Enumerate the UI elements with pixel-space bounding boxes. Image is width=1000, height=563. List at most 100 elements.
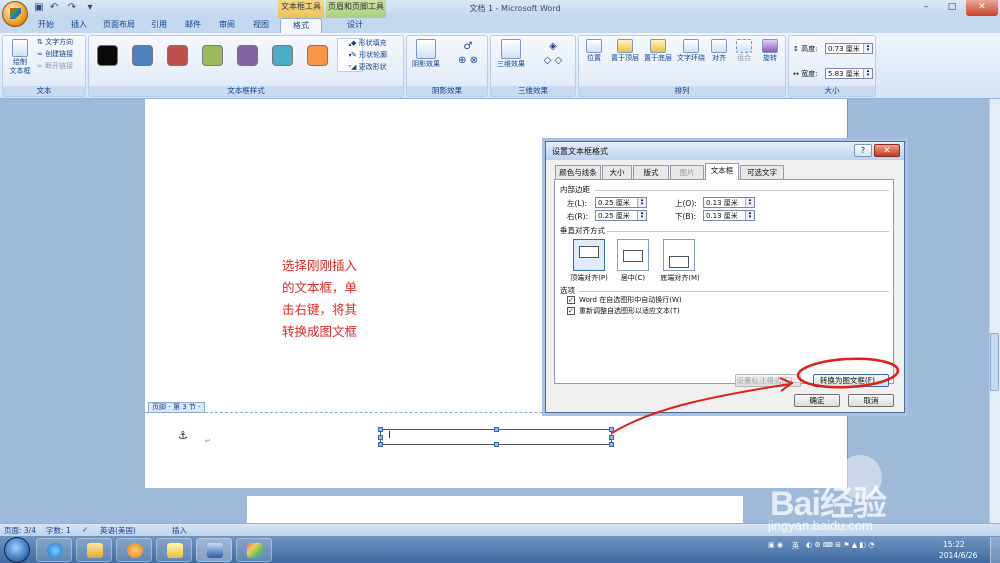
ime-indicator[interactable]: 英: [792, 541, 799, 551]
bottom-margin-input[interactable]: 0.13 厘米 ▴ ▾: [703, 210, 755, 221]
style-swatch[interactable]: [97, 45, 118, 66]
spinner-icon[interactable]: ▴ ▾: [745, 211, 754, 220]
start-button[interactable]: [4, 537, 30, 563]
bring-to-front-button[interactable]: 置于顶层: [609, 39, 641, 63]
dialog-tab-alt-text[interactable]: 可选文字: [740, 165, 784, 179]
format-callout-button[interactable]: 设置标注格式(C)...: [735, 374, 801, 387]
redo-icon[interactable]: ↷: [66, 2, 78, 14]
valign-bottom-button[interactable]: [663, 239, 695, 271]
tab-review[interactable]: 审阅: [212, 18, 242, 33]
3d-effects-button[interactable]: 三维效果: [493, 39, 529, 69]
close-button[interactable]: ✕: [966, 0, 998, 16]
taskbar-app[interactable]: [156, 538, 192, 562]
resize-handle[interactable]: [609, 435, 614, 440]
clock-date[interactable]: 2014/6/26: [939, 551, 977, 560]
dialog-tab-textbox[interactable]: 文本框: [705, 163, 739, 180]
status-words[interactable]: 字数: 1: [46, 525, 71, 536]
office-button[interactable]: [2, 1, 28, 27]
taskbar-media[interactable]: [116, 538, 152, 562]
style-swatch[interactable]: [202, 45, 223, 66]
align-button[interactable]: 对齐: [708, 39, 730, 63]
tab-insert[interactable]: 插入: [64, 18, 94, 33]
position-button[interactable]: 位置: [581, 39, 607, 63]
tab-format[interactable]: 格式: [280, 18, 322, 33]
tab-home[interactable]: 开始: [30, 18, 62, 33]
status-language[interactable]: 英语(美国): [100, 525, 136, 536]
spellcheck-icon[interactable]: ✓: [82, 525, 88, 534]
group-objects-button[interactable]: 组合: [733, 39, 755, 63]
style-swatch[interactable]: [272, 45, 293, 66]
3d-tilt-icons[interactable]: ◈ ◇ ◇: [535, 40, 571, 68]
style-swatch[interactable]: [307, 45, 328, 66]
tab-view[interactable]: 视图: [246, 18, 276, 33]
height-spinner-icon[interactable]: ▴ ▾: [863, 44, 872, 53]
dialog-tab-layout[interactable]: 版式: [633, 165, 669, 179]
maximize-button[interactable]: □: [940, 0, 964, 16]
minimize-button[interactable]: –: [914, 0, 938, 16]
style-swatch[interactable]: [132, 45, 153, 66]
clock-time[interactable]: 15:22: [943, 540, 965, 549]
change-shape-button[interactable]: ◢ 更改形状: [351, 63, 405, 72]
send-to-back-button[interactable]: 置于底层: [642, 39, 674, 63]
vertical-scrollbar[interactable]: [989, 99, 1000, 523]
dialog-tab-picture[interactable]: 图片: [670, 165, 704, 179]
valign-top-button[interactable]: [573, 239, 605, 271]
resize-handle[interactable]: [378, 427, 383, 432]
shadow-nudge-icons[interactable]: ♂ ⊕ ⊗: [451, 40, 485, 68]
shadow-effects-button[interactable]: 阴影效果: [409, 39, 443, 69]
taskbar-ie[interactable]: [36, 538, 72, 562]
dialog-close-button[interactable]: ✕: [874, 144, 900, 157]
tab-page-layout[interactable]: 页面布局: [98, 18, 140, 33]
cancel-button[interactable]: 取消: [848, 394, 894, 407]
resize-handle[interactable]: [494, 442, 499, 447]
status-mode[interactable]: 插入: [172, 525, 187, 536]
tray-more-icons[interactable]: ◐ ⚙ ⌨ ⊞ ⚑ ▲ ◧ ◔: [806, 541, 874, 549]
rotate-button[interactable]: 旋转: [759, 39, 781, 63]
resize-handle[interactable]: [494, 427, 499, 432]
width-input[interactable]: 5.83 厘米 ▴ ▾: [825, 68, 873, 79]
dialog-tab-colors-lines[interactable]: 颜色与线条: [555, 165, 601, 179]
text-direction-button[interactable]: ⇅ 文字方向: [37, 38, 85, 47]
taskbar-paint[interactable]: [236, 538, 272, 562]
tab-references[interactable]: 引用: [144, 18, 174, 33]
shape-fill-button[interactable]: ◆ 形状填充: [351, 39, 405, 48]
convert-to-frame-button[interactable]: 转换为图文框(F)...: [813, 374, 889, 387]
tray-icons[interactable]: ▣ ◉: [768, 541, 783, 549]
save-icon[interactable]: ▣: [33, 2, 45, 14]
tab-design[interactable]: 设计: [338, 18, 372, 33]
status-page[interactable]: 页面: 3/4: [4, 525, 36, 536]
resize-handle[interactable]: [609, 427, 614, 432]
ok-button[interactable]: 确定: [794, 394, 840, 407]
show-desktop-button[interactable]: [990, 537, 1000, 563]
width-spinner-icon[interactable]: ▴ ▾: [863, 69, 872, 78]
tab-mailings[interactable]: 邮件: [178, 18, 208, 33]
right-margin-input[interactable]: 0.25 厘米 ▴ ▾: [595, 210, 647, 221]
top-margin-input[interactable]: 0.13 厘米 ▴ ▾: [703, 197, 755, 208]
selected-textbox[interactable]: [378, 427, 614, 447]
left-margin-input[interactable]: 0.25 厘米 ▴ ▾: [595, 197, 647, 208]
spinner-icon[interactable]: ▴ ▾: [637, 198, 646, 207]
spinner-icon[interactable]: ▴ ▾: [637, 211, 646, 220]
text-wrap-button[interactable]: 文字环绕: [675, 39, 707, 63]
resize-handle[interactable]: [609, 442, 614, 447]
style-swatch[interactable]: [167, 45, 188, 66]
document-page-next[interactable]: [247, 496, 743, 523]
dialog-help-button[interactable]: ?: [854, 144, 872, 157]
scrollbar-thumb[interactable]: [990, 333, 999, 391]
style-swatch[interactable]: [237, 45, 258, 66]
shape-outline-button[interactable]: ✎ 形状轮廓: [351, 51, 405, 60]
taskbar-word[interactable]: [196, 538, 232, 562]
resize-checkbox[interactable]: ✓: [567, 307, 575, 315]
create-link-button[interactable]: ∞ 创建链接: [37, 50, 85, 59]
break-link-button[interactable]: ∞ 断开链接: [37, 62, 85, 71]
customize-qat-icon[interactable]: ▾: [84, 2, 96, 14]
valign-center-button[interactable]: [617, 239, 649, 271]
draw-textbox-button[interactable]: 绘制 文本框: [5, 39, 35, 76]
dialog-tab-size[interactable]: 大小: [602, 165, 632, 179]
spinner-icon[interactable]: ▴ ▾: [745, 198, 754, 207]
height-input[interactable]: 0.73 厘米 ▴ ▾: [825, 43, 873, 54]
taskbar-explorer[interactable]: [76, 538, 112, 562]
resize-handle[interactable]: [378, 442, 383, 447]
undo-icon[interactable]: ↶: [48, 2, 60, 14]
wordwrap-checkbox[interactable]: ✓: [567, 296, 575, 304]
